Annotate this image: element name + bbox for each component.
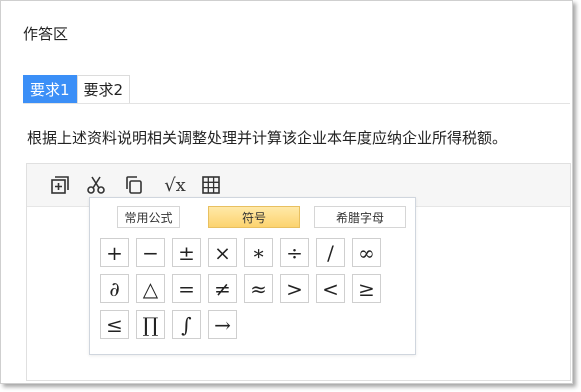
scissors-icon[interactable] [84,173,108,197]
symbol-plus[interactable]: + [100,238,129,267]
copy-icon[interactable] [122,173,146,197]
symbol-less-equal[interactable]: ≤ [100,310,129,339]
symbol-divide[interactable]: ÷ [280,238,309,267]
symbol-asterisk[interactable]: ∗ [244,238,273,267]
symbol-popup: 常用公式 符号 希腊字母 + − ± × ∗ ÷ / ∞ ∂ △ = ≠ ≈ >… [89,197,416,355]
tab-symbols[interactable]: 符号 [208,206,300,228]
requirement-tabs: 要求1 要求2 [23,75,131,103]
symbol-right-arrow[interactable]: → [208,310,237,339]
symbol-times[interactable]: × [208,238,237,267]
tab-greek-letters[interactable]: 希腊字母 [314,206,406,228]
symbol-plus-minus[interactable]: ± [172,238,201,267]
symbol-less[interactable]: < [316,274,345,303]
symbol-slash[interactable]: / [316,238,345,267]
add-box-icon[interactable] [48,173,72,197]
symbol-partial[interactable]: ∂ [100,274,129,303]
symbol-greater-equal[interactable]: ≥ [352,274,381,303]
panel-title: 作答区 [23,25,69,43]
symbol-minus[interactable]: − [136,238,165,267]
tab-divider [23,103,570,104]
symbol-not-equal[interactable]: ≠ [208,274,237,303]
sqrt-icon[interactable]: √x [160,173,190,197]
question-text: 根据上述资料说明相关调整处理并计算该企业本年度应纳企业所得税额。 [27,129,508,147]
symbol-equals[interactable]: = [172,274,201,303]
table-icon[interactable] [199,173,223,197]
symbol-integral[interactable]: ∫ [172,310,201,339]
symbol-triangle[interactable]: △ [136,274,165,303]
tab-common-formulas[interactable]: 常用公式 [117,206,180,228]
symbol-infinity[interactable]: ∞ [352,238,381,267]
sqrt-icon-label: √x [164,174,186,196]
symbol-approx[interactable]: ≈ [244,274,273,303]
tab-requirement-1[interactable]: 要求1 [23,75,77,103]
symbol-greater[interactable]: > [280,274,309,303]
tab-requirement-2[interactable]: 要求2 [76,75,131,103]
symbol-product[interactable]: ∏ [136,310,165,339]
